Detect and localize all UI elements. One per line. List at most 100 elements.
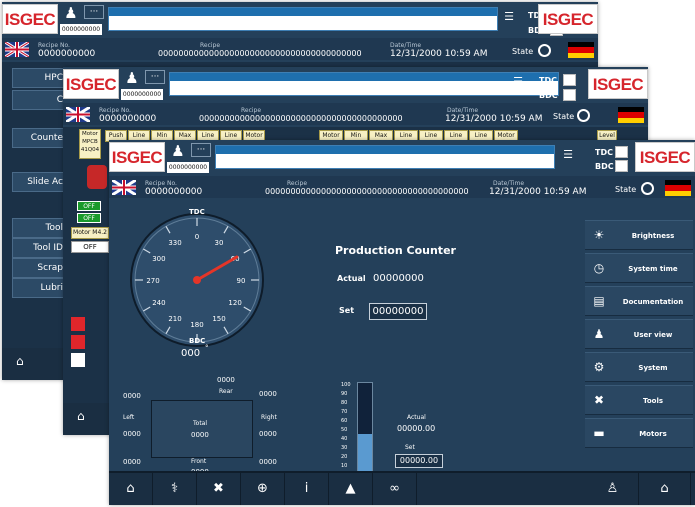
total-tonnage-box: [151, 400, 253, 458]
germany-flag-icon[interactable]: [665, 180, 691, 196]
front-left-value: 0000: [123, 458, 141, 466]
left-label: Left: [123, 414, 135, 421]
side-button-0[interactable]: HPC: [12, 68, 68, 88]
alarm-indicator-2: [71, 335, 85, 349]
scale-tick-100: 100: [341, 382, 351, 388]
gauge-tick-label-0: 0: [195, 233, 199, 241]
person-icon[interactable]: ♟: [123, 69, 141, 87]
total-label: Total: [193, 420, 208, 427]
gauge-tick-label-300: 300: [152, 255, 165, 263]
set-count-input[interactable]: 00000000: [369, 303, 427, 320]
alarm-message-bar[interactable]: [169, 72, 559, 96]
menu-label: System: [638, 364, 668, 372]
state-indicator: [577, 109, 590, 122]
user-icon[interactable]: ♙: [587, 473, 639, 505]
menu-label: System time: [628, 265, 678, 273]
person-icon[interactable]: ♟: [169, 142, 187, 160]
menu-icon[interactable]: ☰: [561, 148, 575, 162]
menu-system[interactable]: ⚙ System: [585, 352, 693, 382]
tdc-label: TDC: [595, 148, 613, 157]
side-button-7[interactable]: Lubri: [12, 278, 68, 298]
side-button-1[interactable]: C: [12, 90, 68, 110]
clock-icon: ◷: [593, 261, 605, 275]
motor-mpcb-box: Motor MPCB 41Q04: [79, 129, 101, 159]
slide-position-scale: [357, 382, 373, 476]
menu-label: Tools: [642, 397, 664, 405]
more-button[interactable]: ···: [145, 70, 165, 84]
production-counter-title: Production Counter: [335, 244, 456, 257]
gauge-bdc-label: BDC: [189, 337, 206, 345]
germany-flag-icon[interactable]: [618, 107, 644, 123]
scale-tick-80: 80: [341, 400, 348, 406]
crank-angle-unit: °: [205, 344, 209, 352]
side-button-5[interactable]: Tool ID: [12, 238, 68, 258]
germany-flag-icon[interactable]: [568, 42, 594, 58]
rear-right-value: 0000: [259, 390, 277, 398]
status-off-3[interactable]: OFF: [71, 241, 109, 253]
alarm-message-bar[interactable]: [108, 7, 498, 31]
datetime-label: Date/Time: [390, 42, 422, 49]
datetime-value: 12/31/2000 10:59 AM: [390, 49, 488, 59]
front-right-value: 0000: [259, 458, 277, 466]
recipe-value: 0000000000000000000000000000000000000000: [199, 114, 403, 123]
status-off-1: OFF: [77, 201, 101, 211]
tools-icon[interactable]: ✖: [197, 473, 241, 505]
isgec-logo-right: ISGEC: [538, 4, 598, 34]
scale-set-input[interactable]: 00000.00: [395, 454, 443, 468]
uk-flag-icon[interactable]: [5, 42, 29, 57]
home-machine-icon[interactable]: ⌂: [16, 354, 24, 368]
stethoscope-icon[interactable]: ⚕: [153, 473, 197, 505]
state-indicator: [641, 182, 654, 195]
alarm-message-bar[interactable]: [215, 145, 555, 169]
home-machine-icon[interactable]: ⌂: [109, 473, 153, 505]
bdc-indicator: [615, 160, 628, 172]
recipe-no-label: Recipe No.: [145, 180, 177, 187]
scale-tick-60: 60: [341, 418, 348, 424]
isgec-logo: ISGEC: [109, 142, 165, 172]
more-button[interactable]: ···: [191, 143, 211, 157]
menu-user-view[interactable]: ♟ User view: [585, 319, 693, 349]
header: ISGEC ♟ ··· 0000000000 ☰ TDC BDC ISGEC R…: [63, 67, 648, 127]
user-id: 0000000000: [121, 89, 163, 100]
home-icon[interactable]: ⌂: [639, 473, 691, 505]
scale-tick-40: 40: [341, 436, 348, 442]
globe-icon[interactable]: ⊕: [241, 473, 285, 505]
menu-brightness[interactable]: ☀ Brightness: [585, 220, 693, 250]
side-button-6[interactable]: Scrap: [12, 258, 68, 278]
scale-tick-20: 20: [341, 454, 348, 460]
glasses-icon[interactable]: ∞: [373, 473, 417, 505]
menu-system-time[interactable]: ◷ System time: [585, 253, 693, 283]
gauge-tdc-label: TDC: [189, 208, 205, 216]
menu-motors[interactable]: ▬ Motors: [585, 418, 693, 448]
info-icon[interactable]: i: [285, 473, 329, 505]
scale-actual-value: 00000.00: [397, 424, 436, 433]
datetime-label: Date/Time: [493, 180, 525, 187]
menu-icon[interactable]: ☰: [502, 10, 516, 24]
uk-flag-icon[interactable]: [112, 180, 136, 195]
recipe-no-value: 0000000000: [38, 49, 96, 59]
edit-icon[interactable]: ▲: [329, 473, 373, 505]
uk-flag-icon[interactable]: [66, 107, 90, 122]
crank-angle-gauge: 0306090120150180210240270300330: [130, 213, 264, 347]
recipe-no-value: 0000000000: [99, 114, 157, 124]
user-icon: ♟: [593, 327, 605, 341]
side-button-2[interactable]: Counte: [12, 128, 68, 148]
gauge-tick-label-240: 240: [152, 299, 165, 307]
tdc-indicator: [615, 146, 628, 158]
menu-icon[interactable]: ☰: [511, 75, 525, 89]
gauge-tick-label-30: 30: [215, 239, 224, 247]
menu-tools[interactable]: ✖ Tools: [585, 385, 693, 415]
scale-tick-30: 30: [341, 445, 348, 451]
user-id: 0000000000: [167, 162, 209, 173]
gauge-hub: [193, 276, 201, 284]
isgec-logo: ISGEC: [63, 69, 119, 99]
person-icon[interactable]: ♟: [62, 4, 80, 22]
menu-documentation[interactable]: ▤ Documentation: [585, 286, 693, 316]
front-label: Front: [191, 458, 207, 465]
side-button-3[interactable]: Slide Ac: [12, 172, 68, 192]
more-button[interactable]: ···: [84, 5, 104, 19]
recipe-no-label: Recipe No.: [38, 42, 70, 49]
home-machine-icon[interactable]: ⌂: [77, 409, 85, 423]
datetime-value: 12/31/2000 10:59 AM: [445, 114, 543, 124]
side-button-4[interactable]: Tool: [12, 218, 68, 238]
